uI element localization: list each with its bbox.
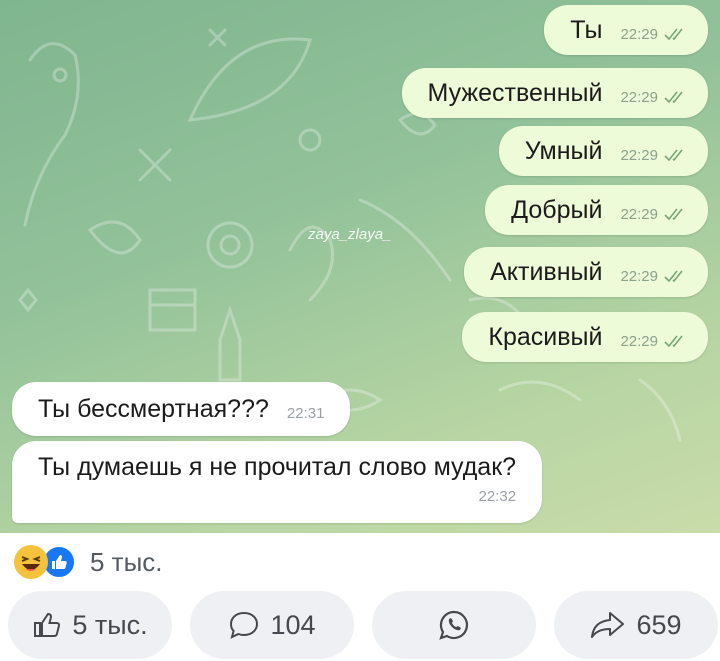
outgoing-message[interactable]: Ты 22:29: [544, 5, 708, 55]
like-count: 5 тыс.: [72, 609, 148, 640]
share-arrow-icon: [591, 612, 625, 638]
message-time: 22:29: [620, 146, 658, 164]
thumbs-up-icon: [34, 612, 61, 637]
whatsapp-share-button[interactable]: [372, 591, 536, 659]
message-text: Ты бессмертная???: [38, 394, 269, 423]
message-text: Добрый: [511, 195, 603, 224]
incoming-message[interactable]: Ты думаешь я не прочитал слово мудак? 22…: [12, 441, 543, 523]
whatsapp-icon: [439, 610, 469, 640]
message-time: 22:32: [478, 488, 517, 505]
reactions-summary[interactable]: 5 тыс.: [14, 545, 163, 579]
message-time: 22:31: [286, 404, 325, 422]
laughing-emoji-icon: [14, 545, 48, 579]
outgoing-message[interactable]: Мужественный 22:29: [401, 68, 708, 118]
message-text: Ты: [570, 15, 603, 44]
watermark: zaya_zlaya_: [308, 226, 392, 243]
double-check-icon: [664, 335, 683, 347]
comment-button[interactable]: 104: [190, 591, 354, 659]
message-text: Умный: [524, 136, 603, 165]
message-text: Активный: [490, 257, 603, 286]
reactions-count: 5 тыс.: [90, 546, 163, 577]
outgoing-message[interactable]: Красивый 22:29: [462, 312, 708, 362]
outgoing-message[interactable]: Умный 22:29: [498, 126, 708, 176]
outgoing-message[interactable]: Добрый 22:29: [485, 185, 708, 235]
double-check-icon: [664, 270, 683, 282]
post-actions-bar: 5 тыс. 104 659: [8, 591, 718, 659]
comment-icon: [230, 611, 259, 639]
message-text: Ты думаешь я не прочитал слово мудак?: [38, 453, 517, 481]
message-time: 22:29: [620, 267, 658, 285]
share-count: 659: [636, 609, 682, 640]
double-check-icon: [664, 28, 683, 40]
share-button[interactable]: 659: [554, 591, 718, 659]
outgoing-message[interactable]: Активный 22:29: [464, 247, 708, 297]
double-check-icon: [664, 149, 683, 161]
double-check-icon: [664, 91, 683, 103]
message-time: 22:29: [620, 332, 658, 350]
like-button[interactable]: 5 тыс.: [8, 591, 172, 659]
message-time: 22:29: [620, 205, 658, 223]
double-check-icon: [664, 208, 683, 220]
message-time: 22:29: [620, 88, 658, 106]
message-text: Красивый: [488, 322, 603, 351]
chat-screenshot: zaya_zlaya_ Ты 22:29 Мужественный 22:29 …: [0, 0, 720, 533]
message-time: 22:29: [620, 25, 658, 43]
comment-count: 104: [270, 609, 316, 640]
incoming-message[interactable]: Ты бессмертная??? 22:31: [12, 382, 351, 436]
message-text: Мужественный: [427, 78, 603, 107]
